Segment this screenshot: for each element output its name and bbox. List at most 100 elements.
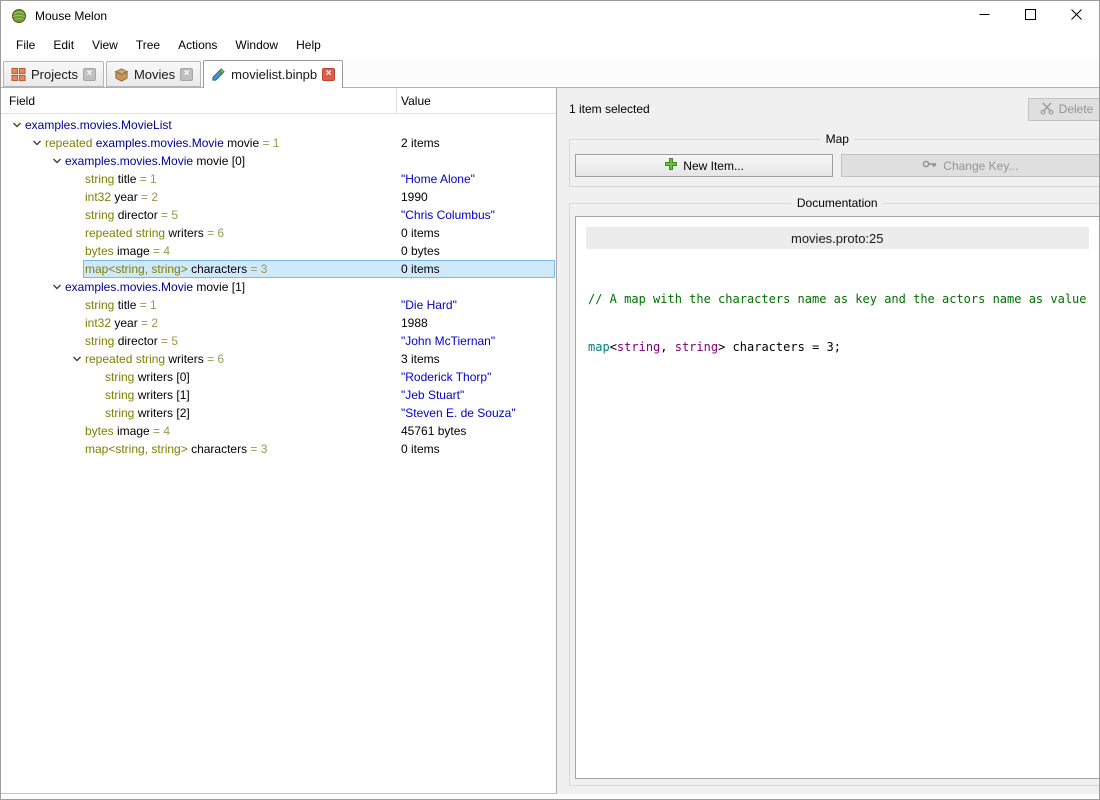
chevron-down-icon[interactable] xyxy=(9,116,25,134)
menu-help[interactable]: Help xyxy=(287,34,330,56)
tree-cell-field: string director = 5 xyxy=(85,208,179,222)
tree-row[interactable]: repeated string writers = 6 0 items xyxy=(1,224,556,242)
tree-row[interactable]: bytes image = 4 45761 bytes xyxy=(1,422,556,440)
selection-status-row: 1 item selected Delete xyxy=(569,88,1099,130)
tree-cell-value: "Steven E. de Souza" xyxy=(401,406,516,420)
tree-row[interactable]: bytes image = 4 0 bytes xyxy=(1,242,556,260)
tab-close-icon[interactable]: × xyxy=(82,67,96,81)
documentation-group-title: Documentation xyxy=(791,196,883,210)
scissors-icon xyxy=(1040,101,1054,118)
tree-row[interactable]: repeated examples.movies.Movie movie = 1… xyxy=(1,134,556,152)
tree-row[interactable]: string director = 5 "Chris Columbus" xyxy=(1,206,556,224)
tree-row[interactable]: map<string, string> characters = 3 0 item… xyxy=(1,260,556,278)
key-icon xyxy=(922,158,938,173)
tree-row[interactable]: examples.movies.Movie movie [0] xyxy=(1,152,556,170)
tree-row[interactable]: string title = 1 "Die Hard" xyxy=(1,296,556,314)
main-content: Field Value examples.movies.MovieList rep… xyxy=(1,87,1099,794)
app-window: Mouse Melon File Edit View Tree Actions Windo… xyxy=(0,0,1100,800)
map-groupbox: Map New Item... Change Key... xyxy=(569,132,1099,187)
tree-cell-value xyxy=(397,116,556,134)
menu-actions[interactable]: Actions xyxy=(169,34,226,56)
new-item-button-label: New Item... xyxy=(683,158,744,173)
maximize-button[interactable] xyxy=(1007,1,1053,31)
tree-row[interactable]: string writers [2] "Steven E. de Souza" xyxy=(1,404,556,422)
tree-cell-value: 45761 bytes xyxy=(401,424,467,438)
tree-cell-value xyxy=(397,152,556,170)
proto-file-icon xyxy=(211,67,226,82)
tree-cell-field: string title = 1 xyxy=(85,298,157,312)
tree-cell-value xyxy=(397,278,556,296)
delete-button-label: Delete xyxy=(1058,102,1094,116)
tree-cell-value: "John McTiernan" xyxy=(401,334,496,348)
tree-cell-field: string writers [1] xyxy=(105,388,190,402)
window-title: Mouse Melon xyxy=(35,9,108,23)
doc-comment-line: // A map with the characters name as key… xyxy=(588,292,1087,306)
tree-cell-value: "Chris Columbus" xyxy=(401,208,495,222)
delete-button[interactable]: Delete xyxy=(1027,97,1099,121)
selection-status: 1 item selected xyxy=(569,102,650,116)
column-header-value[interactable]: Value xyxy=(397,88,556,113)
close-icon xyxy=(1070,7,1082,25)
menu-view[interactable]: View xyxy=(83,34,127,56)
tree-cell-field: map<string, string> characters = 3 xyxy=(85,262,268,276)
doc-source-header: movies.proto:25 xyxy=(586,227,1089,249)
tree-cell-field: int32 year = 2 xyxy=(85,316,159,330)
tree-row[interactable]: map<string, string> characters = 3 0 item… xyxy=(1,440,556,458)
tree-cell-field: bytes image = 4 xyxy=(85,244,171,258)
tree-cell-field: int32 year = 2 xyxy=(85,190,159,204)
tree-cell-value: "Die Hard" xyxy=(401,298,457,312)
chevron-down-icon[interactable] xyxy=(29,134,45,152)
close-button[interactable] xyxy=(1053,1,1099,31)
tree-row[interactable]: int32 year = 2 1990 xyxy=(1,188,556,206)
doc-code: // A map with the characters name as key… xyxy=(586,249,1089,397)
tree-row[interactable]: string writers [1] "Jeb Stuart" xyxy=(1,386,556,404)
tree-cell-field: string writers [2] xyxy=(105,406,190,420)
documentation-viewer: movies.proto:25 // A map with the charac… xyxy=(575,216,1099,779)
tree-cell-value: "Roderick Thorp" xyxy=(401,370,492,384)
tab-movies[interactable]: Movies × xyxy=(105,61,202,87)
tree-cell-field: repeated string writers = 6 xyxy=(85,226,225,240)
tree-row[interactable]: int32 year = 2 1988 xyxy=(1,314,556,332)
tree-row[interactable]: string director = 5 "John McTiernan" xyxy=(1,332,556,350)
tree-cell-field: string writers [0] xyxy=(105,370,190,384)
tree-cell-field: repeated string writers = 6 xyxy=(1,350,397,368)
tree-row[interactable]: string writers [0] "Roderick Thorp" xyxy=(1,368,556,386)
tree-cell-value: 0 items xyxy=(401,442,440,456)
tab-label: movielist.binpb xyxy=(231,66,318,82)
tree-row[interactable]: examples.movies.MovieList xyxy=(1,116,556,134)
minimize-button[interactable] xyxy=(961,1,1007,31)
tree-cell-field: string director = 5 xyxy=(85,334,179,348)
titlebar: Mouse Melon xyxy=(1,1,1099,31)
menu-edit[interactable]: Edit xyxy=(44,34,83,56)
tab-close-icon[interactable]: × xyxy=(180,67,194,81)
tree-cell-value: 0 bytes xyxy=(401,244,440,258)
column-header-field[interactable]: Field xyxy=(1,88,397,113)
tree-cell-value: 1988 xyxy=(401,316,428,330)
maximize-icon xyxy=(1024,7,1036,25)
tree-row[interactable]: string title = 1 "Home Alone" xyxy=(1,170,556,188)
chevron-down-icon[interactable] xyxy=(49,278,65,296)
chevron-down-icon[interactable] xyxy=(49,152,65,170)
tree-cell-field: string title = 1 xyxy=(85,172,157,186)
doc-code-line: map<string, string> characters = 3; xyxy=(588,340,841,354)
tree-cell-field: repeated examples.movies.Movie movie = 1 xyxy=(1,134,397,152)
new-item-button[interactable]: New Item... xyxy=(575,154,834,177)
menu-tree[interactable]: Tree xyxy=(127,34,169,56)
tree: examples.movies.MovieList repeated exampl… xyxy=(1,114,556,793)
change-key-button[interactable]: Change Key... xyxy=(841,154,1099,177)
tree-cell-value: 2 items xyxy=(401,136,440,150)
tree-row[interactable]: repeated string writers = 6 3 items xyxy=(1,350,556,368)
tree-cell-value: 0 items xyxy=(401,262,440,276)
window-controls xyxy=(961,1,1099,31)
tree-cell-value: "Home Alone" xyxy=(401,172,475,186)
tab-movielist-binpb[interactable]: movielist.binpb × xyxy=(203,60,344,88)
menu-file[interactable]: File xyxy=(7,34,44,56)
menu-window[interactable]: Window xyxy=(226,34,287,56)
tree-cell-value: 3 items xyxy=(401,352,440,366)
plus-icon xyxy=(664,157,678,174)
chevron-down-icon[interactable] xyxy=(69,350,85,368)
tab-label: Projects xyxy=(31,66,78,82)
tree-row[interactable]: examples.movies.Movie movie [1] xyxy=(1,278,556,296)
tab-close-icon[interactable]: × xyxy=(322,67,336,81)
tab-projects[interactable]: Projects × xyxy=(3,61,104,87)
